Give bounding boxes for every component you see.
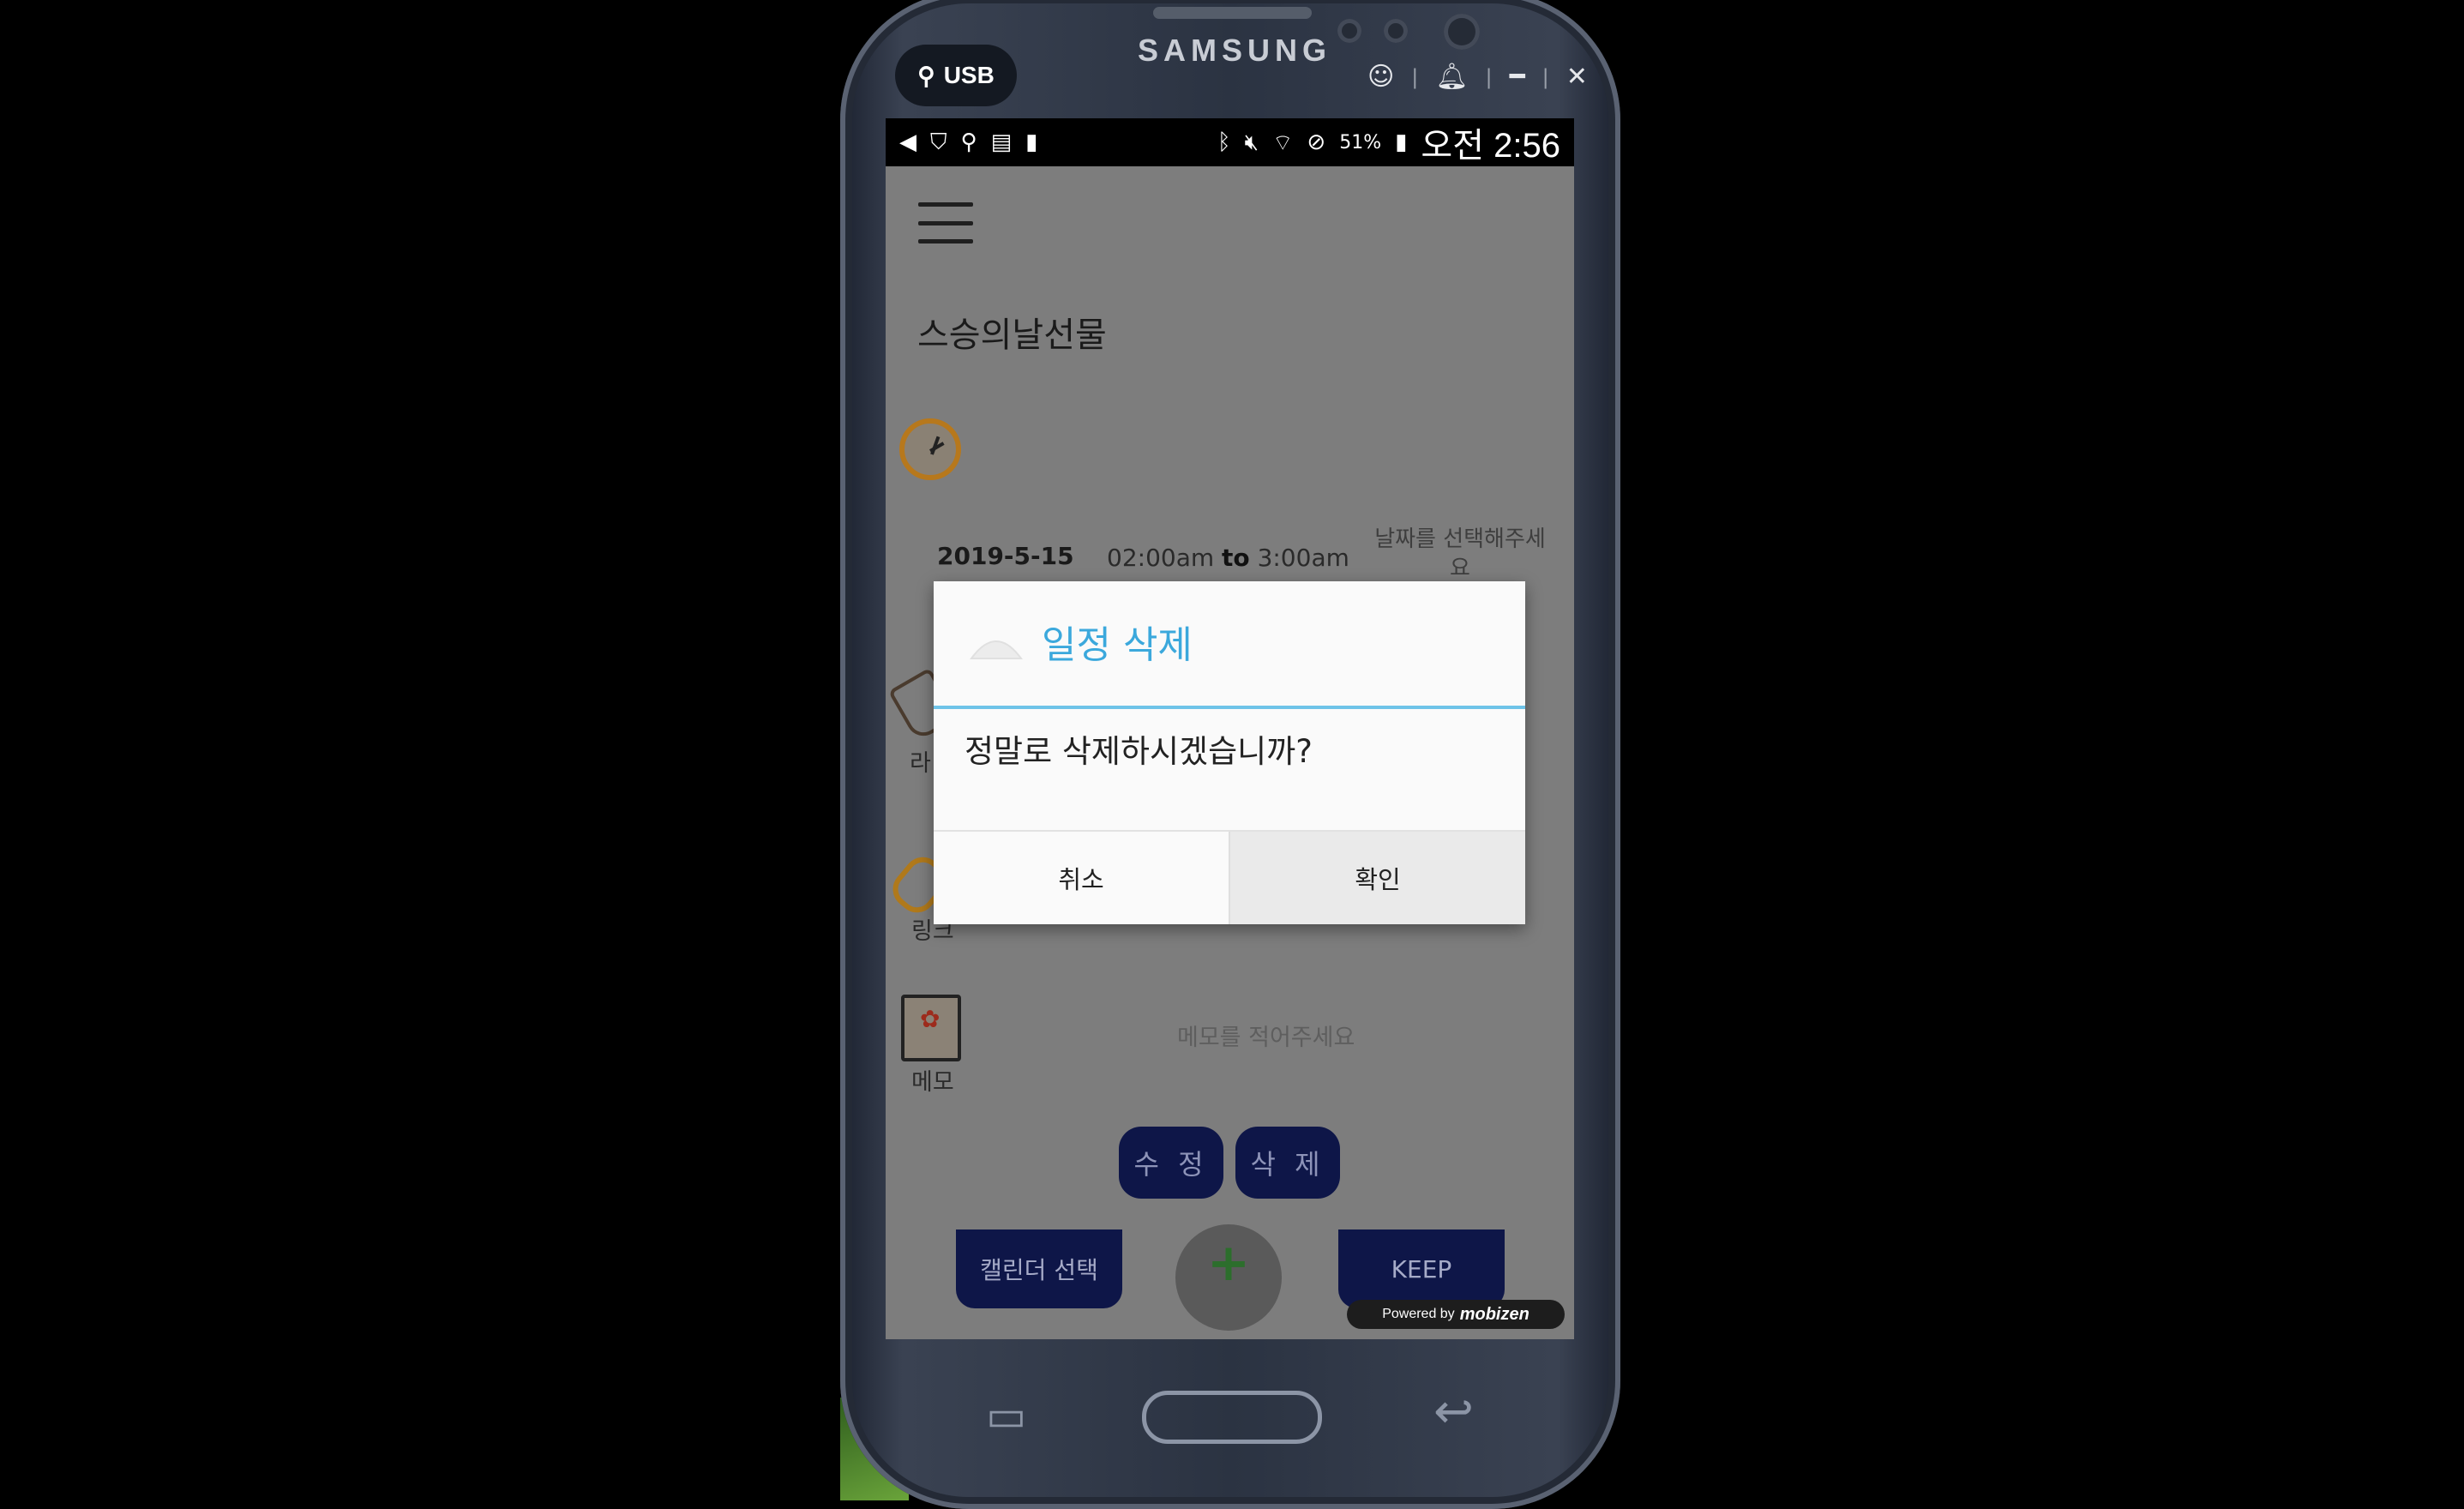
warning-icon [970, 640, 1023, 659]
clock-icon [899, 418, 961, 480]
app-toolbar [886, 166, 1574, 278]
home-key[interactable] [1142, 1391, 1322, 1444]
clock: 오전 2:56 [1421, 127, 1560, 165]
shield-icon: ⛉ [930, 129, 947, 155]
status-bar: ◀ ⛉ ⚲ ▤ ▮ ᛒ 🔇︎ ⌔ ⊘ 51% ▮ 오전 2:56 [886, 118, 1574, 166]
memo-icon [901, 995, 961, 1061]
event-title: 스승의날선물 [917, 316, 1107, 355]
calendar-select-button[interactable]: 캘린더 선택 [956, 1229, 1122, 1308]
back-key-icon[interactable]: ↩ [1433, 1384, 1474, 1440]
divider: | [1542, 64, 1549, 89]
plus-icon: + [1206, 1233, 1251, 1293]
usb-notification-icon: ⚲ [960, 129, 977, 155]
usb-connection-badge[interactable]: ⚲ USB [895, 45, 1017, 106]
document-icon: ▤ [990, 129, 1013, 155]
battery-icon: ▮ [1395, 129, 1408, 155]
mobizen-watermark: Powered by mobizen [1347, 1300, 1565, 1329]
event-date[interactable]: 2019-5-15 [937, 542, 1074, 570]
divider: | [1411, 64, 1419, 89]
start-time: 02:00am [1107, 544, 1215, 572]
wifi-icon: ⌔ [1271, 129, 1294, 156]
delete-confirm-dialog: 일정 삭제 정말로 삭제하시겠습니까? 취소 확인 [934, 581, 1525, 924]
dialog-header: 일정 삭제 [934, 581, 1525, 709]
notification-back-icon: ◀ [899, 129, 916, 155]
event-time-range[interactable]: 02:00am to 3:00am [1107, 544, 1349, 572]
close-icon[interactable]: ✕ [1566, 62, 1588, 92]
sensor-icon [1337, 19, 1361, 43]
memo-input[interactable]: 메모를 적어주세요 [1177, 1019, 1355, 1052]
delete-button[interactable]: 삭 제 [1235, 1127, 1340, 1199]
cancel-button[interactable]: 취소 [934, 832, 1229, 924]
battery-percent: 51% [1339, 131, 1382, 153]
menu-key-icon[interactable]: ▭ [986, 1391, 1026, 1440]
app-screen: ◀ ⛉ ⚲ ▤ ▮ ᛒ 🔇︎ ⌔ ⊘ 51% ▮ 오전 2:56 스승의날선물 … [886, 118, 1574, 1339]
front-camera-icon [1444, 14, 1480, 50]
usb-icon: ⚲ [917, 62, 935, 89]
tag-label: 라 [910, 750, 931, 777]
mirror-window-controls: ☺ | 🔔︎ | ━ | ✕ [1367, 62, 1588, 92]
date-hint[interactable]: 날짜를 선택해주세요 [1374, 525, 1546, 583]
end-time: 3:00am [1257, 544, 1349, 572]
watermark-brand: mobizen [1459, 1304, 1529, 1324]
add-button[interactable]: + [1175, 1224, 1282, 1331]
bluetooth-icon: ᛒ [1217, 129, 1231, 155]
confirm-button[interactable]: 확인 [1229, 832, 1525, 924]
menu-icon[interactable] [918, 202, 973, 243]
sd-card-icon: ▮ [1025, 129, 1038, 155]
no-signal-icon: ⊘ [1307, 129, 1326, 155]
keep-button[interactable]: KEEP [1338, 1229, 1505, 1308]
device-brand: SAMSUNG [1137, 33, 1331, 68]
dialog-title: 일정 삭제 [1042, 623, 1193, 667]
sensor-icon [1384, 19, 1408, 43]
watermark-prefix: Powered by [1382, 1307, 1455, 1321]
dialog-message: 정말로 삭제하시겠습니까? [965, 733, 1313, 770]
bell-icon[interactable]: 🔔︎ [1435, 62, 1468, 92]
dialog-buttons: 취소 확인 [934, 830, 1525, 924]
ghost-icon[interactable]: ☺ [1367, 62, 1394, 92]
time-to-label: to [1222, 544, 1250, 572]
mute-icon: 🔇︎ [1244, 129, 1259, 155]
usb-label: USB [943, 62, 995, 88]
memo-label: 메모 [911, 1069, 954, 1096]
edit-button[interactable]: 수 정 [1119, 1127, 1223, 1199]
earpiece-speaker [1153, 7, 1312, 19]
minimize-icon[interactable]: ━ [1510, 62, 1525, 92]
divider: | [1485, 64, 1493, 89]
